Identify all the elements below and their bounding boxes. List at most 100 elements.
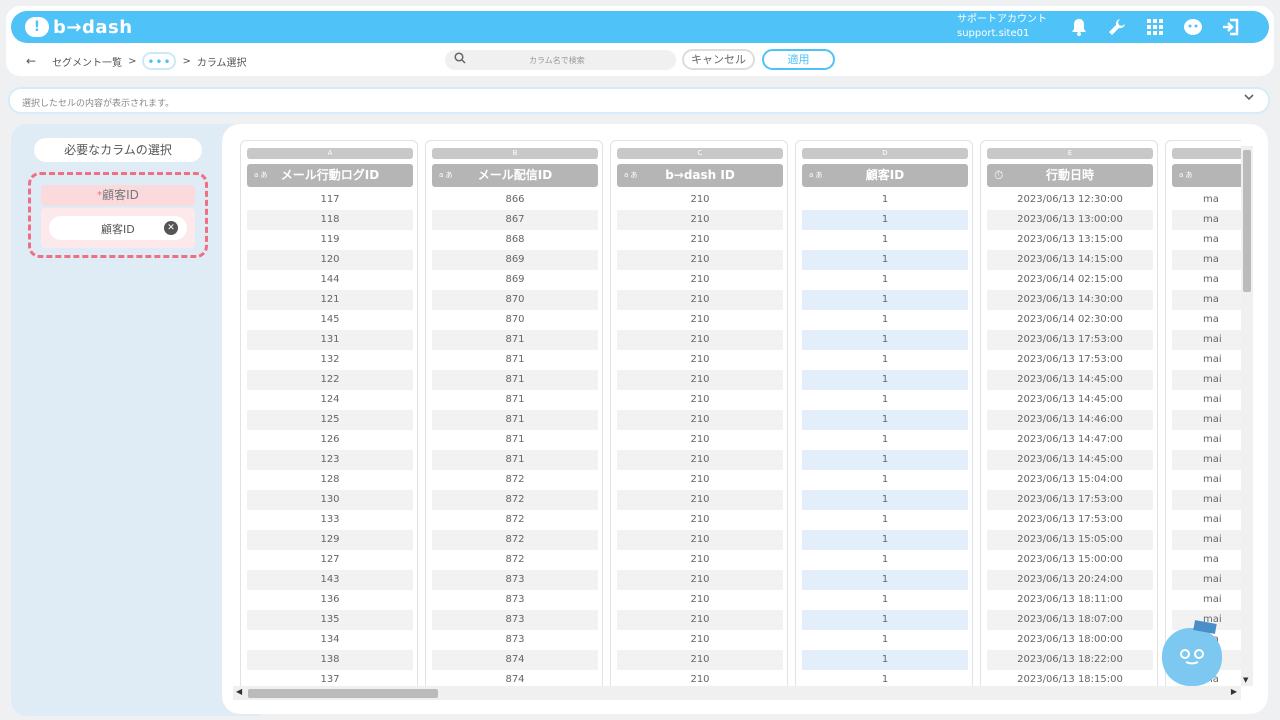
grid-cell[interactable]: 1 <box>802 510 968 530</box>
grid-cell[interactable]: 1 <box>802 450 968 470</box>
grid-cell[interactable]: ma <box>1172 550 1241 570</box>
bdash-logo[interactable]: ! b→dash <box>25 15 133 39</box>
grid-cell[interactable]: 130 <box>247 490 413 510</box>
grid-cell[interactable]: 210 <box>617 410 783 430</box>
grid-column[interactable]: a あ行動mamamamamamamamaimaimaimaimaimaimai… <box>1165 140 1241 688</box>
account-info[interactable]: サポートアカウント support.site01 <box>957 13 1047 41</box>
grid-cell[interactable]: 2023/06/13 15:00:00 <box>987 550 1153 570</box>
grid-cell[interactable]: 2023/06/14 02:30:00 <box>987 310 1153 330</box>
grid-cell[interactable]: 872 <box>432 510 598 530</box>
grid-cell[interactable]: 866 <box>432 190 598 210</box>
grid-cell[interactable]: 126 <box>247 430 413 450</box>
chevron-down-icon[interactable] <box>1244 93 1254 104</box>
grid-cell[interactable]: 1 <box>802 370 968 390</box>
grid-cell[interactable]: 2023/06/13 18:07:00 <box>987 610 1153 630</box>
horizontal-scrollbar[interactable]: ◀ ▶ <box>233 686 1241 700</box>
grid-cell[interactable]: 1 <box>802 330 968 350</box>
grid-cell[interactable]: 210 <box>617 630 783 650</box>
cancel-button[interactable]: キャンセル <box>682 49 755 70</box>
column-header[interactable]: a あ行動 <box>1172 164 1241 187</box>
breadcrumb-segment-list[interactable]: セグメント一覧 <box>52 54 122 69</box>
scroll-left-arrow-icon[interactable]: ◀ <box>236 687 242 696</box>
grid-cell[interactable]: 1 <box>802 490 968 510</box>
grid-cell[interactable]: 1 <box>802 570 968 590</box>
grid-cell[interactable]: mai <box>1172 510 1241 530</box>
grid-cell[interactable]: 122 <box>247 370 413 390</box>
column-search-input[interactable]: カラム名で検索 <box>445 50 676 70</box>
grid-cell[interactable]: 210 <box>617 530 783 550</box>
grid-cell[interactable]: 1 <box>802 230 968 250</box>
grid-cell[interactable]: 2023/06/13 17:53:00 <box>987 510 1153 530</box>
grid-cell[interactable]: mai <box>1172 370 1241 390</box>
grid-cell[interactable]: 2023/06/13 14:45:00 <box>987 390 1153 410</box>
grid-cell[interactable]: 1 <box>802 650 968 670</box>
grid-cell[interactable]: 2023/06/13 18:00:00 <box>987 630 1153 650</box>
grid-cell[interactable]: 210 <box>617 310 783 330</box>
grid-cell[interactable]: 210 <box>617 270 783 290</box>
grid-cell[interactable]: mai <box>1172 450 1241 470</box>
selected-column-chip[interactable]: 顧客ID ✕ <box>49 216 187 240</box>
grid-cell[interactable]: 210 <box>617 370 783 390</box>
grid-cell[interactable]: 210 <box>617 510 783 530</box>
grid-cell[interactable]: 872 <box>432 490 598 510</box>
grid-cell[interactable]: mai <box>1172 590 1241 610</box>
grid-cell[interactable]: 867 <box>432 210 598 230</box>
grid-cell[interactable]: mai <box>1172 330 1241 350</box>
remove-chip-icon[interactable]: ✕ <box>164 221 178 235</box>
grid-cell[interactable]: 2023/06/13 17:53:00 <box>987 490 1153 510</box>
grid-cell[interactable]: 210 <box>617 490 783 510</box>
grid-cell[interactable]: 1 <box>802 530 968 550</box>
grid-cell[interactable]: 2023/06/13 14:15:00 <box>987 250 1153 270</box>
grid-cell[interactable]: 210 <box>617 550 783 570</box>
grid-cell[interactable]: 210 <box>617 290 783 310</box>
grid-cell[interactable]: 134 <box>247 630 413 650</box>
grid-column[interactable]: Da あ顧客ID 1 1 1 1 1 1 1 1 1 1 1 1 1 1 1 1 1 1 1 1 1 1 1 1 1 <box>795 140 973 688</box>
grid-cell[interactable]: 1 <box>802 590 968 610</box>
logout-icon[interactable] <box>1219 15 1243 39</box>
grid-cell[interactable]: 145 <box>247 310 413 330</box>
grid-cell[interactable]: 871 <box>432 430 598 450</box>
grid-cell[interactable]: 210 <box>617 210 783 230</box>
grid-cell[interactable]: 210 <box>617 230 783 250</box>
grid-cell[interactable]: 873 <box>432 610 598 630</box>
grid-cell[interactable]: 125 <box>247 410 413 430</box>
scroll-down-arrow-icon[interactable]: ▼ <box>1243 676 1248 684</box>
grid-cell[interactable]: 2023/06/13 14:30:00 <box>987 290 1153 310</box>
grid-cell[interactable]: mai <box>1172 410 1241 430</box>
grid-cell[interactable]: mai <box>1172 350 1241 370</box>
grid-cell[interactable]: 1 <box>802 270 968 290</box>
grid-cell[interactable]: 1 <box>802 290 968 310</box>
grid-cell[interactable]: 2023/06/13 14:47:00 <box>987 430 1153 450</box>
grid-cell[interactable]: ma <box>1172 250 1241 270</box>
grid-cell[interactable]: 210 <box>617 190 783 210</box>
grid-cell[interactable]: 1 <box>802 410 968 430</box>
vertical-scroll-thumb[interactable] <box>1243 150 1251 292</box>
bell-icon[interactable] <box>1067 15 1091 39</box>
grid-cell[interactable]: 868 <box>432 230 598 250</box>
grid-cell[interactable]: 872 <box>432 470 598 490</box>
grid-cell[interactable]: 1 <box>802 390 968 410</box>
grid-cell[interactable]: 1 <box>802 550 968 570</box>
grid-cell[interactable]: 871 <box>432 330 598 350</box>
grid-cell[interactable]: 1 <box>802 610 968 630</box>
grid-cell[interactable]: 873 <box>432 590 598 610</box>
grid-cell[interactable]: 131 <box>247 330 413 350</box>
column-header[interactable]: ⏱ 行動日時 <box>987 164 1153 187</box>
grid-cell[interactable]: 1 <box>802 210 968 230</box>
back-arrow-icon[interactable]: ← <box>26 54 36 68</box>
grid-cell[interactable]: ma <box>1172 230 1241 250</box>
grid-cell[interactable]: 1 <box>802 430 968 450</box>
grid-cell[interactable]: 1 <box>802 310 968 330</box>
grid-cell[interactable]: 127 <box>247 550 413 570</box>
grid-cell[interactable]: ma <box>1172 310 1241 330</box>
grid-cell[interactable]: 117 <box>247 190 413 210</box>
grid-cell[interactable]: 870 <box>432 310 598 330</box>
grid-cell[interactable]: 2023/06/13 14:45:00 <box>987 370 1153 390</box>
grid-cell[interactable]: 1 <box>802 190 968 210</box>
grid-cell[interactable]: 118 <box>247 210 413 230</box>
column-header[interactable]: a あ メール配信ID <box>432 164 598 187</box>
grid-cell[interactable]: 210 <box>617 570 783 590</box>
grid-cell[interactable]: 136 <box>247 590 413 610</box>
grid-cell[interactable]: 2023/06/13 12:30:00 <box>987 190 1153 210</box>
support-mascot-icon[interactable] <box>1162 620 1222 686</box>
